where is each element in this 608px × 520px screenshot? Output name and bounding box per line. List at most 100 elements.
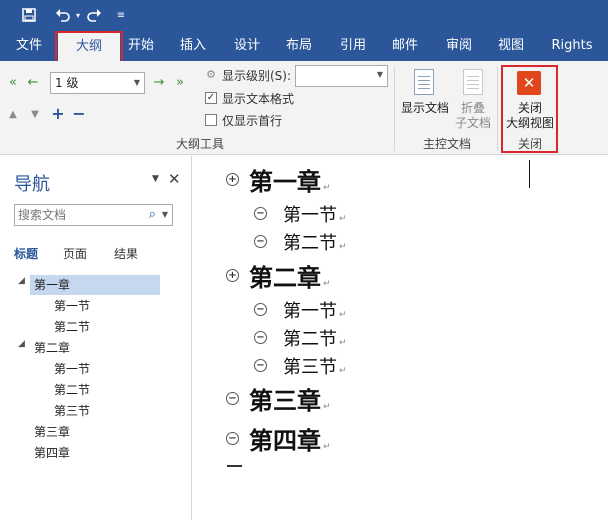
collapse-triangle-icon[interactable]: ◢ <box>18 276 25 286</box>
show-level-icon: ⚙ <box>206 67 216 81</box>
ribbon-tab-row: 文件 大纲 开始 插入 设计 布局 引用 邮件 审阅 视图 Rights <box>0 30 608 61</box>
heading-text: 第二节 <box>283 329 337 350</box>
demote-icon[interactable]: → <box>152 74 166 90</box>
collapse-symbol-icon[interactable]: − <box>254 207 267 220</box>
tree-item-chapter-3[interactable]: 第三章 <box>34 422 70 442</box>
title-bar: ▾ ≡ <box>0 0 608 30</box>
collapse-symbol-icon[interactable]: − <box>254 303 267 316</box>
tab-review[interactable]: 审阅 <box>438 30 480 61</box>
search-placeholder: 搜索文档 <box>18 208 67 222</box>
outline-heading-2[interactable]: 第二节 ↵ <box>283 325 347 351</box>
tree-item-chapter-1[interactable]: 第一章 <box>30 275 160 295</box>
move-down-icon[interactable]: ▼ <box>28 106 42 122</box>
move-up-icon[interactable]: ▲ <box>6 106 20 122</box>
paragraph-mark-icon: ↵ <box>339 310 347 320</box>
heading-text: 第三章 <box>249 386 321 415</box>
undo-dropdown-icon[interactable]: ▾ <box>74 4 82 26</box>
show-first-line-checkbox[interactable] <box>205 114 217 126</box>
collapse-symbol-icon[interactable]: − <box>226 392 239 405</box>
nav-tab-pages[interactable]: 页面 <box>63 245 87 262</box>
heading-text: 第三节 <box>283 357 337 378</box>
show-text-format-label: 显示文本格式 <box>222 92 295 106</box>
tab-view[interactable]: 视图 <box>490 30 532 61</box>
tab-outline[interactable]: 大纲 <box>58 32 120 61</box>
paragraph-mark-icon: ↵ <box>339 338 347 348</box>
tree-item-section[interactable]: 第二节 <box>54 317 90 337</box>
collapse-symbol-icon[interactable]: − <box>254 331 267 344</box>
paragraph-mark-icon: ↵ <box>323 402 331 412</box>
heading-text: 第四章 <box>249 426 321 455</box>
ribbon-separator <box>497 67 498 151</box>
save-icon[interactable] <box>18 4 40 26</box>
tab-layout[interactable]: 布局 <box>278 30 320 61</box>
customize-toolbar-icon[interactable]: ≡ <box>114 4 128 26</box>
expand-symbol-icon[interactable]: + <box>226 173 239 186</box>
close-icon[interactable]: ✕ <box>168 170 181 188</box>
show-text-format-checkbox[interactable]: ✓ <box>205 92 217 104</box>
show-level-select[interactable]: ▼ <box>295 65 388 87</box>
tab-design[interactable]: 设计 <box>226 30 268 61</box>
heading-text: 第二节 <box>283 233 337 254</box>
tree-item-section[interactable]: 第三节 <box>54 401 90 421</box>
close-group-label: 关闭 <box>517 137 542 151</box>
show-level-label: 显示级别(S): <box>222 69 292 83</box>
tree-item-section[interactable]: 第一节 <box>54 296 90 316</box>
tree-item-chapter-4[interactable]: 第四章 <box>34 443 70 463</box>
paragraph-mark-icon: ↵ <box>323 279 331 289</box>
show-first-line-label: 仅显示首行 <box>222 114 283 128</box>
show-document-icon[interactable] <box>414 69 434 95</box>
outline-heading-2[interactable]: 第一节 ↵ <box>283 297 347 323</box>
promote-to-heading1-icon[interactable]: « <box>6 74 20 90</box>
close-outline-view-label-1[interactable]: 关闭 <box>503 101 557 115</box>
navigation-pane: 导航 ▼ ✕ 搜索文档 ⌕ ▼ 标题 页面 结果 ◢ 第一章 第一节 第二节 ◢… <box>0 156 192 520</box>
collapse-symbol-icon[interactable]: − <box>254 359 267 372</box>
close-outline-view-icon[interactable]: ✕ <box>517 71 541 95</box>
chevron-down-icon[interactable]: ▼ <box>162 205 168 225</box>
redo-icon[interactable] <box>84 4 104 26</box>
collapse-triangle-icon[interactable]: ◢ <box>18 339 25 349</box>
promote-icon[interactable]: ← <box>26 74 40 90</box>
nav-tab-results[interactable]: 结果 <box>114 245 138 262</box>
expand-symbol-icon[interactable]: + <box>226 269 239 282</box>
outline-heading-2[interactable]: 第二节 ↵ <box>283 229 347 255</box>
empty-paragraph-symbol <box>227 465 242 467</box>
outline-heading-1[interactable]: 第二章 ↵ <box>249 258 331 293</box>
tab-file[interactable]: 文件 <box>6 30 52 61</box>
tab-references[interactable]: 引用 <box>332 30 374 61</box>
search-input[interactable]: 搜索文档 ⌕ ▼ <box>14 204 173 226</box>
collapse-symbol-icon[interactable]: − <box>254 235 267 248</box>
show-document-button[interactable]: 显示文档 <box>398 101 452 115</box>
close-outline-view-label-2[interactable]: 大纲视图 <box>503 116 557 130</box>
tab-insert[interactable]: 插入 <box>172 30 214 61</box>
collapse-symbol-icon[interactable]: − <box>226 432 239 445</box>
tab-mailings[interactable]: 邮件 <box>384 30 426 61</box>
heading-text: 第一节 <box>283 205 337 226</box>
outline-heading-2[interactable]: 第三节 ↵ <box>283 353 347 379</box>
tab-home[interactable]: 开始 <box>120 30 162 61</box>
outline-heading-1[interactable]: 第四章 ↵ <box>249 421 331 456</box>
outline-level-select[interactable]: 1 级 ▼ <box>50 72 145 94</box>
tab-rights[interactable]: Rights <box>544 30 600 61</box>
tree-item-chapter-2[interactable]: 第二章 <box>34 338 70 358</box>
document-area[interactable]: + 第一章 ↵ − 第一节 ↵ − 第二节 ↵ + 第二章 ↵ − 第一节 ↵ − 第二节… <box>193 156 608 520</box>
heading-text: 第二章 <box>249 263 321 292</box>
collapse-icon[interactable]: − <box>72 104 86 123</box>
paragraph-mark-icon: ↵ <box>323 183 331 193</box>
outline-heading-2[interactable]: 第一节 ↵ <box>283 201 347 227</box>
outline-level-value: 1 级 <box>55 76 79 90</box>
outline-heading-1[interactable]: 第一章 ↵ <box>249 162 331 197</box>
tree-item-section[interactable]: 第二节 <box>54 380 90 400</box>
search-icon[interactable]: ⌕ <box>149 205 156 225</box>
expand-icon[interactable]: + <box>51 104 65 123</box>
chevron-down-icon: ▼ <box>376 70 383 79</box>
paragraph-mark-icon: ↵ <box>339 366 347 376</box>
undo-icon[interactable] <box>50 4 76 26</box>
demote-to-body-text-icon[interactable]: » <box>173 74 187 90</box>
nav-title: 导航 <box>14 174 50 195</box>
paragraph-mark-icon: ↵ <box>339 214 347 224</box>
collapse-subdocuments-icon <box>463 69 483 95</box>
nav-tab-headings[interactable]: 标题 <box>14 245 38 262</box>
chevron-down-icon[interactable]: ▼ <box>152 174 159 184</box>
outline-heading-1[interactable]: 第三章 ↵ <box>249 381 331 416</box>
tree-item-section[interactable]: 第一节 <box>54 359 90 379</box>
